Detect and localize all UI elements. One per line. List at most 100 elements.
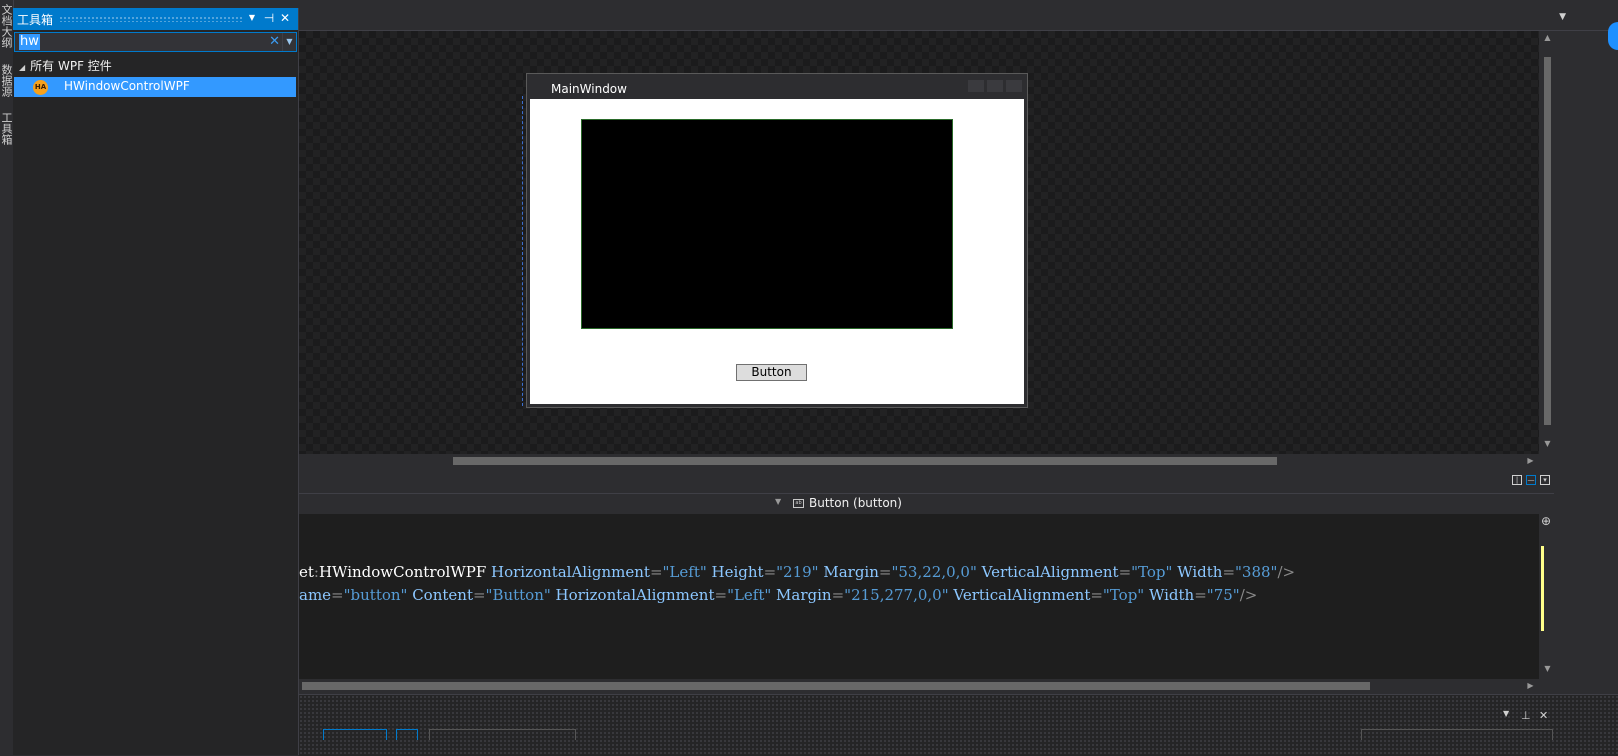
code-token: /> xyxy=(1239,586,1258,604)
panel-input[interactable] xyxy=(323,729,387,740)
toolbox-item-hwindowcontrolwpf[interactable]: HA HWindowControlWPF xyxy=(14,77,296,97)
code-token: Margin xyxy=(771,586,832,604)
xaml-navigation-bar: ▼ ab Button (button) xyxy=(299,493,1554,515)
scroll-up-icon[interactable]: ▲ xyxy=(1539,33,1556,42)
element-selector-label: Button (button) xyxy=(809,496,902,510)
pin-icon[interactable]: ⊣ xyxy=(262,10,276,26)
toolbox-group-header[interactable]: ◢ 所有 WPF 控件 xyxy=(19,57,112,75)
window-position-dropdown-icon[interactable]: ▼ xyxy=(245,10,259,26)
pane-split-bar: | — ▾ xyxy=(299,469,1618,493)
code-token: et xyxy=(299,563,314,581)
window-client-area[interactable]: Button xyxy=(530,99,1024,404)
toolbox-panel: 工具箱 ▼ ⊣ ✕ hw ✕ ▼ ◢ 所有 WPF 控件 HA HWindowCo… xyxy=(13,8,299,755)
toolbox-search-input[interactable]: hw ✕ ▼ xyxy=(14,32,297,52)
code-token: VerticalAlignment xyxy=(976,563,1119,581)
code-token: "53,22,0,0" xyxy=(891,563,977,581)
minimize-button xyxy=(968,80,984,92)
panel-close-icon[interactable]: ✕ xyxy=(1539,709,1548,722)
scroll-down-icon[interactable]: ▼ xyxy=(1539,664,1556,673)
panel-input[interactable] xyxy=(429,729,576,740)
code-token: = xyxy=(714,586,728,604)
search-value[interactable]: hw xyxy=(19,34,40,50)
code-token: "215,277,0,0" xyxy=(844,586,949,604)
panel-pin-icon[interactable]: ⊥ xyxy=(1521,709,1531,722)
editor-horizontal-scrollbar[interactable]: ▶ xyxy=(299,679,1539,694)
code-token: "button" xyxy=(343,586,408,604)
clear-search-icon[interactable]: ✕ xyxy=(269,34,280,50)
code-token: "Left" xyxy=(727,586,772,604)
search-options-dropdown-icon[interactable]: ▼ xyxy=(282,33,296,51)
code-token: ame xyxy=(299,586,332,604)
close-icon[interactable]: ✕ xyxy=(278,10,292,26)
mainwindow-preview[interactable]: MainWindow Button xyxy=(526,73,1028,408)
code-token: = xyxy=(831,586,845,604)
code-token: "Left" xyxy=(662,563,707,581)
code-token: VerticalAlignment xyxy=(948,586,1091,604)
code-token: Content xyxy=(407,586,473,604)
editor-vertical-scrollbar[interactable]: ▼ xyxy=(1539,514,1556,679)
code-token: "Top" xyxy=(1102,586,1145,604)
panel-options-dropdown-icon[interactable]: ▼ xyxy=(1503,709,1509,718)
scrollbar-thumb[interactable] xyxy=(1544,57,1551,425)
designer-horizontal-scrollbar[interactable]: ▶ xyxy=(299,454,1539,469)
wpf-button[interactable]: Button xyxy=(736,364,807,381)
code-line[interactable]: et:HWindowControlWPF HorizontalAlignment… xyxy=(299,562,1295,582)
horizontal-split-icon[interactable]: — xyxy=(1526,475,1536,485)
scrollbar-thumb[interactable] xyxy=(302,682,1370,690)
code-token: /> xyxy=(1277,563,1296,581)
code-token: "75" xyxy=(1206,586,1240,604)
maximize-button xyxy=(987,80,1003,92)
code-token: "Top" xyxy=(1131,563,1173,581)
code-token: = xyxy=(1118,563,1132,581)
panel-input[interactable] xyxy=(1361,729,1553,740)
document-tab-bar: ▼ xyxy=(299,0,1618,50)
code-line[interactable]: ame="button" Content="Button" Horizontal… xyxy=(299,585,1257,605)
panel-input[interactable] xyxy=(396,729,418,740)
scroll-down-icon[interactable]: ▼ xyxy=(1539,439,1556,448)
xaml-code-editor[interactable]: et:HWindowControlWPF HorizontalAlignment… xyxy=(299,514,1539,679)
code-token: = xyxy=(878,563,892,581)
code-token: HWindowControlWPF xyxy=(318,563,487,581)
element-path-dropdown-icon[interactable]: ▼ xyxy=(775,497,781,506)
side-tab-document-outline[interactable]: 文档大纲 xyxy=(0,4,13,48)
code-token: HorizontalAlignment xyxy=(486,563,650,581)
code-token: Margin xyxy=(818,563,879,581)
split-editor-icon[interactable]: ⊕ xyxy=(1541,514,1551,528)
code-token: = xyxy=(331,586,344,604)
side-tab-strip: 文档大纲 数据源 工具箱 xyxy=(0,0,14,755)
code-token: Width xyxy=(1172,563,1223,581)
hwindow-control[interactable] xyxy=(581,119,953,329)
code-token: = xyxy=(763,563,777,581)
account-badge-icon[interactable] xyxy=(1608,22,1618,50)
collapse-pane-icon[interactable]: ▾ xyxy=(1540,475,1550,485)
code-token: "388" xyxy=(1235,563,1278,581)
code-token: Height xyxy=(706,563,764,581)
element-selector-dropdown[interactable]: ab Button (button) xyxy=(789,494,1489,514)
window-title: MainWindow xyxy=(551,82,627,96)
halcon-control-icon: HA xyxy=(33,80,48,95)
code-token: = xyxy=(1090,586,1103,604)
title-grip xyxy=(59,16,244,22)
toolbox-title: 工具箱 xyxy=(17,13,54,27)
scroll-right-icon[interactable]: ▶ xyxy=(1522,456,1539,465)
scrollbar-thumb[interactable] xyxy=(453,457,1277,465)
code-token: = xyxy=(649,563,663,581)
selection-guide-left xyxy=(522,96,523,406)
code-token: = xyxy=(1194,586,1207,604)
designer-vertical-scrollbar[interactable]: ▲ ▼ xyxy=(1539,31,1556,454)
side-tab-toolbox[interactable]: 工具箱 xyxy=(0,112,13,145)
code-token: = xyxy=(472,586,486,604)
side-tab-data-sources[interactable]: 数据源 xyxy=(0,64,13,97)
code-token: HorizontalAlignment xyxy=(550,586,715,604)
code-token: "Button" xyxy=(485,586,551,604)
tab-list-dropdown-icon[interactable]: ▼ xyxy=(1559,12,1566,22)
code-token: Width xyxy=(1144,586,1195,604)
scroll-map-marker[interactable] xyxy=(1541,546,1544,631)
bottom-tool-panel: ▼ ⊥ ✕ xyxy=(299,694,1618,756)
collapse-arrow-icon[interactable]: ◢ xyxy=(19,59,25,77)
scroll-right-icon[interactable]: ▶ xyxy=(1522,681,1539,690)
code-token: "219" xyxy=(776,563,819,581)
vertical-split-icon[interactable]: | xyxy=(1512,475,1522,485)
button-element-icon: ab xyxy=(793,499,804,508)
group-label: 所有 WPF 控件 xyxy=(30,59,112,73)
